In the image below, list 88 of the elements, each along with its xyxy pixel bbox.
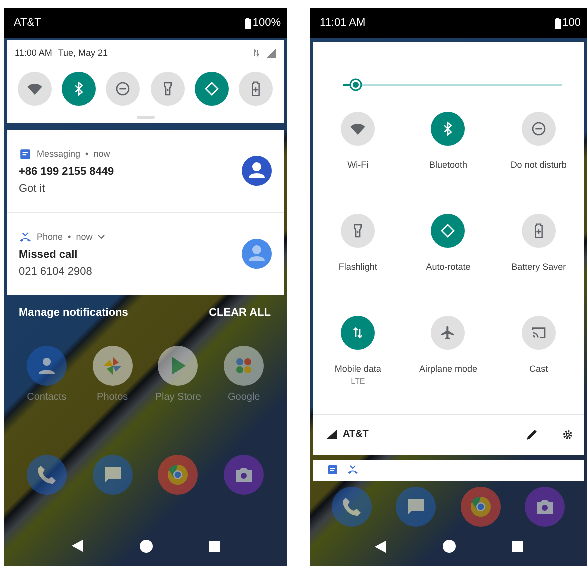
tile-label: Airplane mode	[419, 364, 478, 374]
quick-tile[interactable]	[238, 72, 273, 106]
message-icon	[19, 148, 32, 160]
quick-tile[interactable]	[18, 72, 52, 106]
app-name: Phone	[37, 232, 64, 242]
clear-all-button[interactable]: CLEAR ALL	[209, 307, 271, 319]
cast-icon	[530, 325, 547, 341]
time-text: now	[76, 232, 93, 242]
notification-text: Got it	[19, 182, 46, 194]
battery-icon	[244, 18, 251, 28]
date-text: Tue, May 21	[58, 48, 108, 58]
tile-label: Do not disturb	[510, 160, 567, 170]
chevron-icon[interactable]	[98, 234, 105, 240]
wifi-icon	[350, 121, 366, 137]
airplane-icon	[440, 325, 456, 341]
clock-time: 11:01 AM	[320, 17, 366, 29]
phone-icon[interactable]	[26, 455, 67, 495]
tile-label: Mobile data	[334, 364, 382, 374]
quick-tile[interactable]	[341, 112, 376, 146]
person-icon[interactable]	[26, 346, 67, 386]
brightness-slider[interactable]	[343, 78, 562, 92]
battery-level: 100%	[252, 17, 281, 29]
app-name: Messaging	[37, 149, 81, 159]
tile-label: Cast	[530, 364, 548, 374]
time-text: now	[94, 149, 110, 159]
back-icon[interactable]	[374, 540, 386, 553]
browser-icon[interactable]	[460, 487, 501, 528]
separator-dot: •	[86, 149, 89, 159]
quick-tile[interactable]	[106, 72, 140, 106]
app-label: Google	[228, 392, 260, 403]
notification[interactable]: Phone • now Missed call 021 6104 2908	[7, 212, 284, 295]
recents-icon[interactable]	[208, 540, 220, 552]
notification[interactable]: Messaging • now +86 199 2155 8449 Got it	[7, 130, 284, 212]
app-label: Play Store	[155, 392, 202, 403]
quick-tile[interactable]	[150, 72, 185, 106]
quick-tile[interactable]	[194, 72, 229, 106]
separator-dot: •	[68, 232, 72, 242]
tile-sublabel: LTE	[351, 377, 366, 386]
notification-text: 021 6104 2908	[19, 266, 94, 278]
notification-strip[interactable]	[313, 460, 584, 482]
message-icon	[327, 464, 339, 476]
tile-label: Bluetooth	[429, 160, 468, 170]
minus-circle-icon	[530, 121, 547, 137]
quick-tile[interactable]	[341, 316, 376, 350]
quick-tile[interactable]	[431, 214, 466, 248]
app-label: Photos	[97, 392, 128, 403]
battery-icon	[554, 18, 561, 28]
chat-bubble-icon[interactable]	[396, 487, 436, 528]
signal-icon	[267, 48, 276, 58]
clock-time: 11:00 AM	[15, 48, 52, 58]
browser-icon[interactable]	[158, 455, 198, 495]
camera-icon[interactable]	[524, 487, 565, 528]
home-icon[interactable]	[140, 540, 152, 552]
back-icon[interactable]	[72, 540, 84, 552]
tile-label: Wi-Fi	[348, 160, 369, 170]
camera-icon[interactable]	[224, 455, 264, 495]
notification-title: Missed call	[19, 248, 79, 260]
carrier-name: AT&T	[14, 17, 42, 29]
edit-icon[interactable]	[526, 428, 538, 441]
quick-tile[interactable]	[341, 214, 376, 248]
chat-bubble-icon[interactable]	[92, 455, 133, 495]
app-folder-icon[interactable]	[224, 346, 264, 386]
quick-tile[interactable]	[522, 316, 556, 350]
carrier-name: AT&T	[343, 429, 369, 440]
recents-icon[interactable]	[512, 541, 522, 552]
minus-circle-icon	[115, 81, 132, 97]
tile-label: Flashlight	[338, 262, 378, 272]
missed-call-icon	[347, 464, 359, 476]
quick-tile[interactable]	[522, 214, 556, 248]
wifi-icon	[27, 81, 43, 97]
quick-tile[interactable]	[431, 112, 466, 146]
battery-level: 100	[562, 17, 581, 29]
quick-tile[interactable]	[522, 112, 556, 146]
phone-icon[interactable]	[332, 487, 372, 528]
quick-tile[interactable]	[62, 72, 96, 106]
settings-icon[interactable]	[562, 428, 574, 441]
pinwheel-icon[interactable]	[92, 346, 133, 386]
home-icon[interactable]	[442, 540, 456, 554]
signal-icon	[327, 430, 337, 440]
quick-tile[interactable]	[431, 316, 466, 350]
app-label: Contacts	[27, 392, 67, 403]
notification-title: +86 199 2155 8449	[19, 166, 114, 178]
manage-notifications-link[interactable]: Manage notifications	[19, 307, 128, 319]
tile-label: Battery Saver	[512, 262, 566, 272]
brightness-thumb-icon[interactable]	[349, 78, 364, 92]
missed-call-icon	[19, 230, 32, 244]
tile-label: Auto-rotate	[426, 262, 471, 272]
panel-handle[interactable]	[136, 116, 154, 119]
